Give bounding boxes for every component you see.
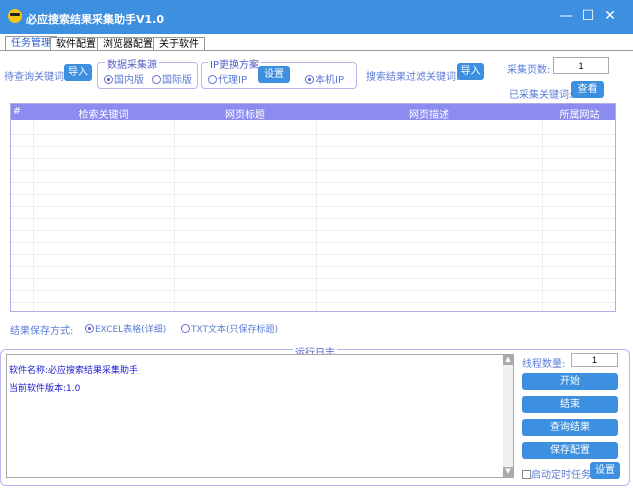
log-scrollbar[interactable]: ▲ ▼ [503, 355, 513, 477]
column-divider [33, 120, 34, 311]
column-divider [316, 120, 317, 311]
results-table[interactable]: # 检索关键词 网页标题 网页描述 所属网站 [10, 103, 616, 312]
column-divider [542, 120, 543, 311]
import-keywords-button[interactable]: 导入 [64, 64, 92, 81]
timer-checkbox[interactable]: 启动定时任务 [522, 466, 591, 481]
tab-browser-config[interactable]: 浏览器配置 [97, 37, 159, 51]
grid-line [11, 278, 615, 279]
grid-line [11, 266, 615, 267]
radio-domestic[interactable]: 国内版 [104, 71, 144, 86]
header-site: 所属网站 [559, 110, 600, 121]
sunglasses-emoji-icon [8, 9, 22, 23]
radio-international[interactable]: 国际版 [152, 71, 192, 86]
log-textarea[interactable]: 软件名称:必应搜索结果采集助手 当前软件版本:1.0 ▲ ▼ [6, 354, 514, 478]
grid-line [11, 290, 615, 291]
query-results-button[interactable]: 查询结果 [522, 419, 618, 436]
threads-label: 线程数量: [522, 359, 566, 370]
maximize-button[interactable]: ☐ [580, 8, 596, 24]
stop-button[interactable]: 结束 [522, 396, 618, 413]
ip-scheme-legend: IP更换方案 [208, 56, 261, 71]
tab-about[interactable]: 关于软件 [153, 37, 205, 51]
checkbox-icon [522, 470, 531, 479]
grid-line [11, 134, 615, 135]
radio-excel[interactable]: EXCEL表格(详细) [85, 322, 166, 335]
data-source-legend: 数据采集源 [105, 56, 159, 71]
ip-settings-button[interactable]: 设置 [258, 66, 290, 83]
import-filter-button[interactable]: 导入 [457, 63, 484, 80]
timer-settings-button[interactable]: 设置 [590, 462, 620, 479]
header-index: # [12, 106, 22, 117]
keywords-label: 待查询关键词: [4, 72, 68, 83]
filter-keywords-label: 搜索结果过滤关键词: [366, 72, 460, 83]
grid-line [11, 194, 615, 195]
log-line: 软件名称:必应搜索结果采集助手 [9, 366, 139, 376]
scroll-up-icon: ▲ [503, 355, 513, 365]
grid-line [11, 182, 615, 183]
header-title: 网页标题 [225, 110, 265, 121]
close-button[interactable]: ✕ [602, 8, 618, 24]
scroll-down-icon: ▼ [503, 467, 513, 477]
grid-line [11, 218, 615, 219]
header-description: 网页描述 [409, 110, 449, 121]
grid-line [11, 206, 615, 207]
grid-line [11, 302, 615, 303]
header-keyword: 检索关键词 [78, 110, 129, 121]
save-mode-label: 结果保存方式: [10, 326, 74, 337]
minimize-button[interactable]: — [558, 8, 574, 24]
grid-line [11, 242, 615, 243]
radio-txt[interactable]: TXT文本(只保存标题) [181, 322, 278, 335]
title-bar: 必应搜索结果采集助手V1.0 — ☐ ✕ [0, 0, 633, 34]
log-line: 当前软件版本:1.0 [9, 384, 81, 394]
grid-line [11, 230, 615, 231]
pages-label: 采集页数: [507, 65, 551, 76]
grid-line [11, 254, 615, 255]
grid-line [11, 170, 615, 171]
collected-keywords-label: 已采集关键词: [509, 90, 573, 101]
window-title: 必应搜索结果采集助手V1.0 [26, 13, 164, 26]
save-config-button[interactable]: 保存配置 [522, 442, 618, 459]
column-divider [174, 120, 175, 311]
tab-divider [0, 50, 633, 51]
table-header: # 检索关键词 网页标题 网页描述 所属网站 [11, 104, 615, 121]
grid-line [11, 146, 615, 147]
start-button[interactable]: 开始 [522, 373, 618, 390]
threads-input[interactable] [571, 353, 618, 367]
radio-local-ip[interactable]: 本机IP [305, 71, 344, 86]
view-collected-button[interactable]: 查看 [571, 81, 604, 98]
grid-line [11, 158, 615, 159]
radio-proxy-ip[interactable]: 代理IP [208, 71, 247, 86]
pages-input[interactable] [553, 57, 609, 74]
tab-software-config[interactable]: 软件配置 [50, 37, 102, 51]
